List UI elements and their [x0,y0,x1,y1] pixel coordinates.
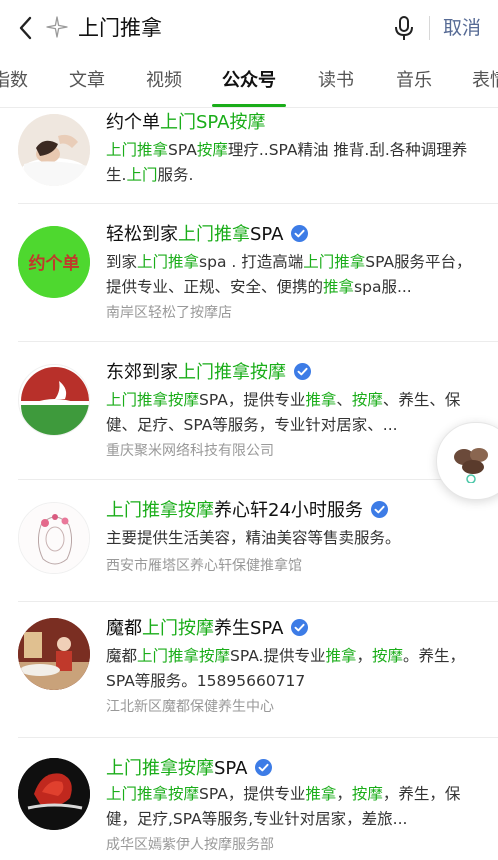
description-highlight: 按摩 [196,141,228,159]
description-highlight: 上门推拿 [106,141,169,159]
result-description: 上门推拿按摩SPA，提供专业推拿，按摩，养生，保健，足疗,SPA等服务,专业针对… [106,782,480,832]
result-title[interactable]: 魔都上门按摩养生SPA [106,616,309,642]
active-tab-indicator [212,104,286,107]
description-text: 服务. [157,166,194,184]
floating-thumbnail-icon [451,441,493,484]
title-text: 魔都 [106,618,142,639]
description-text: SPA [168,141,197,159]
microphone-icon[interactable] [392,14,416,42]
result-item[interactable]: 上门推拿按摩SPA 上门推拿按摩SPA，提供专业推拿，按摩，养生，保健，足疗,S… [0,738,498,860]
title-text: 养生SPA [214,618,284,639]
description-highlight: 上门 [126,166,158,184]
result-item[interactable]: 约个单上门SPA按摩 上门推拿SPA按摩理疗..SPA精油 推背.刮.各种调理养… [0,108,498,204]
title-text: SPA [214,758,248,779]
description-highlight: 按摩 [351,391,383,409]
result-item[interactable]: 上门推拿按摩养心轩24小时服务 主要提供生活美容，精油美容等售卖服务。 西安市雁… [0,480,498,602]
lady-sketch-icon [18,502,90,574]
result-item[interactable]: 约个单 轻松到家上门推拿SPA 到家上门推拿spa . 打造高端上门推拿SPA服… [0,204,498,342]
description-highlight: 推拿 [325,647,357,665]
description-highlight: 上门推拿按摩 [137,647,231,665]
red-flower-photo-icon [18,758,90,830]
tab-stickers[interactable]: 表情 [472,68,498,94]
spa-room-photo-icon [18,618,90,690]
description-highlight: 按摩 [351,785,383,803]
tab-official-accounts[interactable]: 公众号 [222,68,276,94]
description-text: SPA，提供专业 [199,391,306,409]
result-item[interactable]: 魔都上门按摩养生SPA 魔都上门推拿按摩SPA.提供专业推拿，按摩。养生，SPA… [0,602,498,738]
description-text: ， [356,647,373,665]
description-text: 魔都 [106,647,138,665]
category-tabs: 指数 文章 视频 公众号 读书 音乐 表情 [0,56,498,108]
account-owner: 西安市雁塔区养心轩保健推拿馆 [106,558,302,574]
title-highlight: 上门SPA按摩 [160,112,266,133]
description-text: SPA，提供专业 [199,785,306,803]
result-description: 上门推拿按摩SPA，提供专业推拿、按摩、养生、保健、足疗、SPA等服务，专业针对… [106,388,480,438]
description-highlight: 推拿 [305,785,337,803]
title-highlight: 上门推拿按摩 [178,362,286,383]
massage-photo-icon [18,114,90,186]
title-text: 养心轩24小时服务 [214,500,363,521]
result-description: 到家上门推拿spa . 打造高端上门推拿SPA服务平台，提供专业、正规、安全、便… [106,250,480,300]
search-spark-icon [46,16,68,38]
title-text: 轻松到家 [106,224,178,245]
verified-badge-icon [291,224,309,242]
result-title[interactable]: 上门推拿按摩养心轩24小时服务 [106,498,388,524]
yuegedan-logo-icon: 约个单 [18,226,90,298]
avatar-logo-text: 约个单 [29,253,80,274]
description-highlight: 上门推拿 [303,253,366,271]
verified-badge-icon [294,362,311,380]
account-owner: 江北新区魔都保健养生中心 [106,699,274,715]
description-highlight: 按摩 [372,647,404,665]
result-title[interactable]: 轻松到家上门推拿SPA [106,222,309,248]
tab-books[interactable]: 读书 [318,68,354,94]
search-bar: 上门推拿 取消 [0,0,498,56]
description-text: SPA.提供专业 [230,647,326,665]
result-title[interactable]: 上门推拿按摩SPA [106,756,273,782]
title-highlight: 上门按摩 [142,618,214,639]
description-highlight: 上门推拿按摩 [106,785,200,803]
description-text: spa . 打造高端 [199,253,304,271]
dongjiao-logo-icon [18,364,90,436]
result-title[interactable]: 东郊到家上门推拿按摩 [106,360,311,386]
description-highlight: 上门推拿按摩 [106,391,200,409]
result-description: 主要提供生活美容，精油美容等售卖服务。 [106,526,480,551]
title-text: 约个单 [106,112,160,133]
verified-badge-icon [370,500,388,518]
tab-articles[interactable]: 文章 [69,68,105,94]
title-highlight: 上门推拿按摩 [106,758,214,779]
description-text: 到家 [106,253,138,271]
title-highlight: 上门推拿按摩 [106,500,214,521]
description-text: ， [336,785,352,803]
title-text: 东郊到家 [106,362,178,383]
description-highlight: 上门推拿 [137,253,200,271]
description-text: 、 [336,391,352,409]
description-text: spa服... [354,278,412,296]
result-title[interactable]: 约个单上门SPA按摩 [106,110,265,136]
result-description: 魔都上门推拿按摩SPA.提供专业推拿，按摩。养生，SPA等服务。15895660… [106,644,480,694]
search-divider [429,16,430,40]
account-owner: 南岸区轻松了按摩店 [106,305,232,321]
search-input[interactable]: 上门推拿 [78,14,162,42]
description-highlight: 推拿 [305,391,337,409]
result-item[interactable]: 东郊到家上门推拿按摩 上门推拿按摩SPA，提供专业推拿、按摩、养生、保健、足疗、… [0,342,498,480]
description-highlight: 推拿 [323,278,355,296]
tab-index[interactable]: 指数 [0,68,28,94]
title-text: SPA [250,224,284,245]
title-highlight: 上门推拿 [178,224,250,245]
result-description: 上门推拿SPA按摩理疗..SPA精油 推背.刮.各种调理养生.上门服务. [106,138,480,188]
back-arrow-icon[interactable] [14,14,36,42]
tab-videos[interactable]: 视频 [146,68,182,94]
verified-badge-icon [291,618,309,636]
account-owner: 重庆聚米网络科技有限公司 [106,443,274,459]
description-text: 主要提供生活美容，精油美容等售卖服务。 [106,529,401,547]
cancel-button[interactable]: 取消 [443,14,481,42]
account-owner: 成华区嫣紫伊人按摩服务部 [106,837,274,853]
verified-badge-icon [255,758,273,776]
tab-music[interactable]: 音乐 [396,68,432,94]
